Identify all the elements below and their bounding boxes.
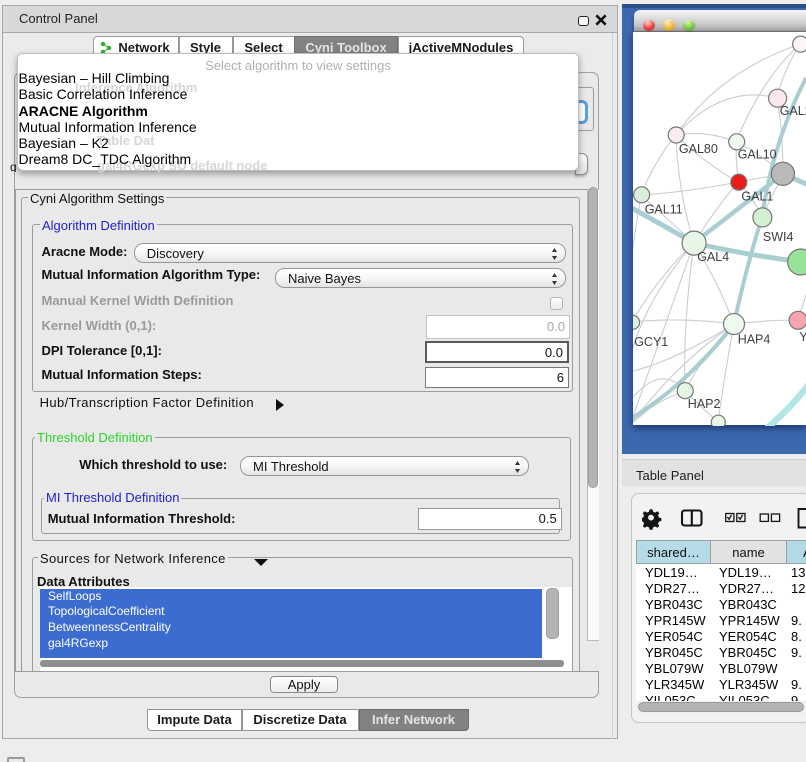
svg-text:HAP4: HAP4 [738,332,771,346]
svg-text:GAL11: GAL11 [645,203,683,217]
svg-text:GAL2: GAL2 [780,104,806,118]
svg-text:Y: Y [799,330,806,344]
svg-text:GAL1: GAL1 [741,190,773,204]
svg-text:GAL4: GAL4 [697,250,729,264]
svg-text:GCY1: GCY1 [634,335,668,349]
svg-text:GAL80: GAL80 [679,142,718,156]
svg-text:HAP2: HAP2 [688,397,721,411]
svg-text:GAL10: GAL10 [738,148,777,162]
svg-text:SWI4: SWI4 [763,230,794,244]
